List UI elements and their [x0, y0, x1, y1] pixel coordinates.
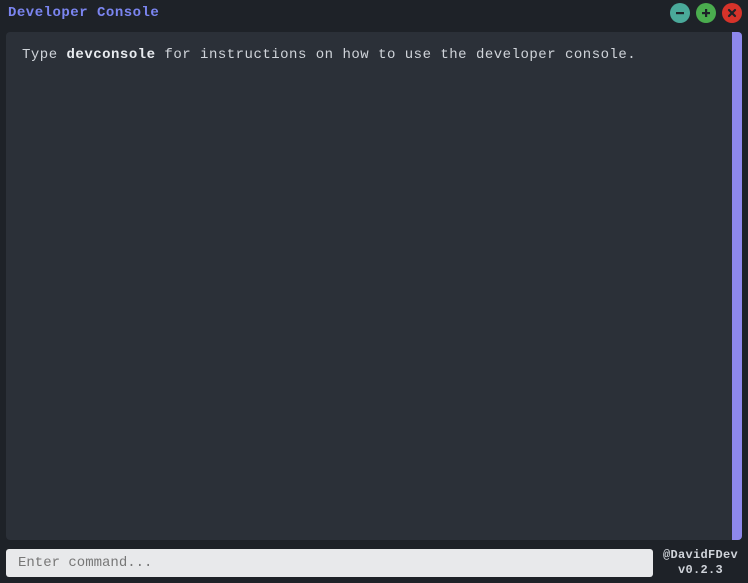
command-input[interactable] [6, 549, 653, 577]
console-output-area: Type devconsole for instructions on how … [6, 32, 742, 540]
window-title: Developer Console [8, 5, 159, 21]
close-icon [726, 7, 738, 19]
bottom-bar: @DavidFDev v0.2.3 [0, 544, 748, 583]
maximize-button[interactable] [696, 3, 716, 23]
footer-meta: @DavidFDev v0.2.3 [663, 548, 742, 577]
header-bar: Developer Console [0, 0, 748, 26]
console-hint-line: Type devconsole for instructions on how … [6, 32, 742, 80]
hint-prefix: Type [22, 47, 67, 63]
minus-icon [674, 7, 686, 19]
plus-icon [700, 7, 712, 19]
author-handle: @DavidFDev [663, 548, 738, 562]
minimize-button[interactable] [670, 3, 690, 23]
version-label: v0.2.3 [663, 563, 738, 577]
hint-suffix: for instructions on how to use the devel… [156, 47, 637, 63]
hint-command: devconsole [67, 47, 156, 63]
close-button[interactable] [722, 3, 742, 23]
window-controls [670, 3, 742, 23]
scrollbar[interactable] [732, 32, 742, 540]
